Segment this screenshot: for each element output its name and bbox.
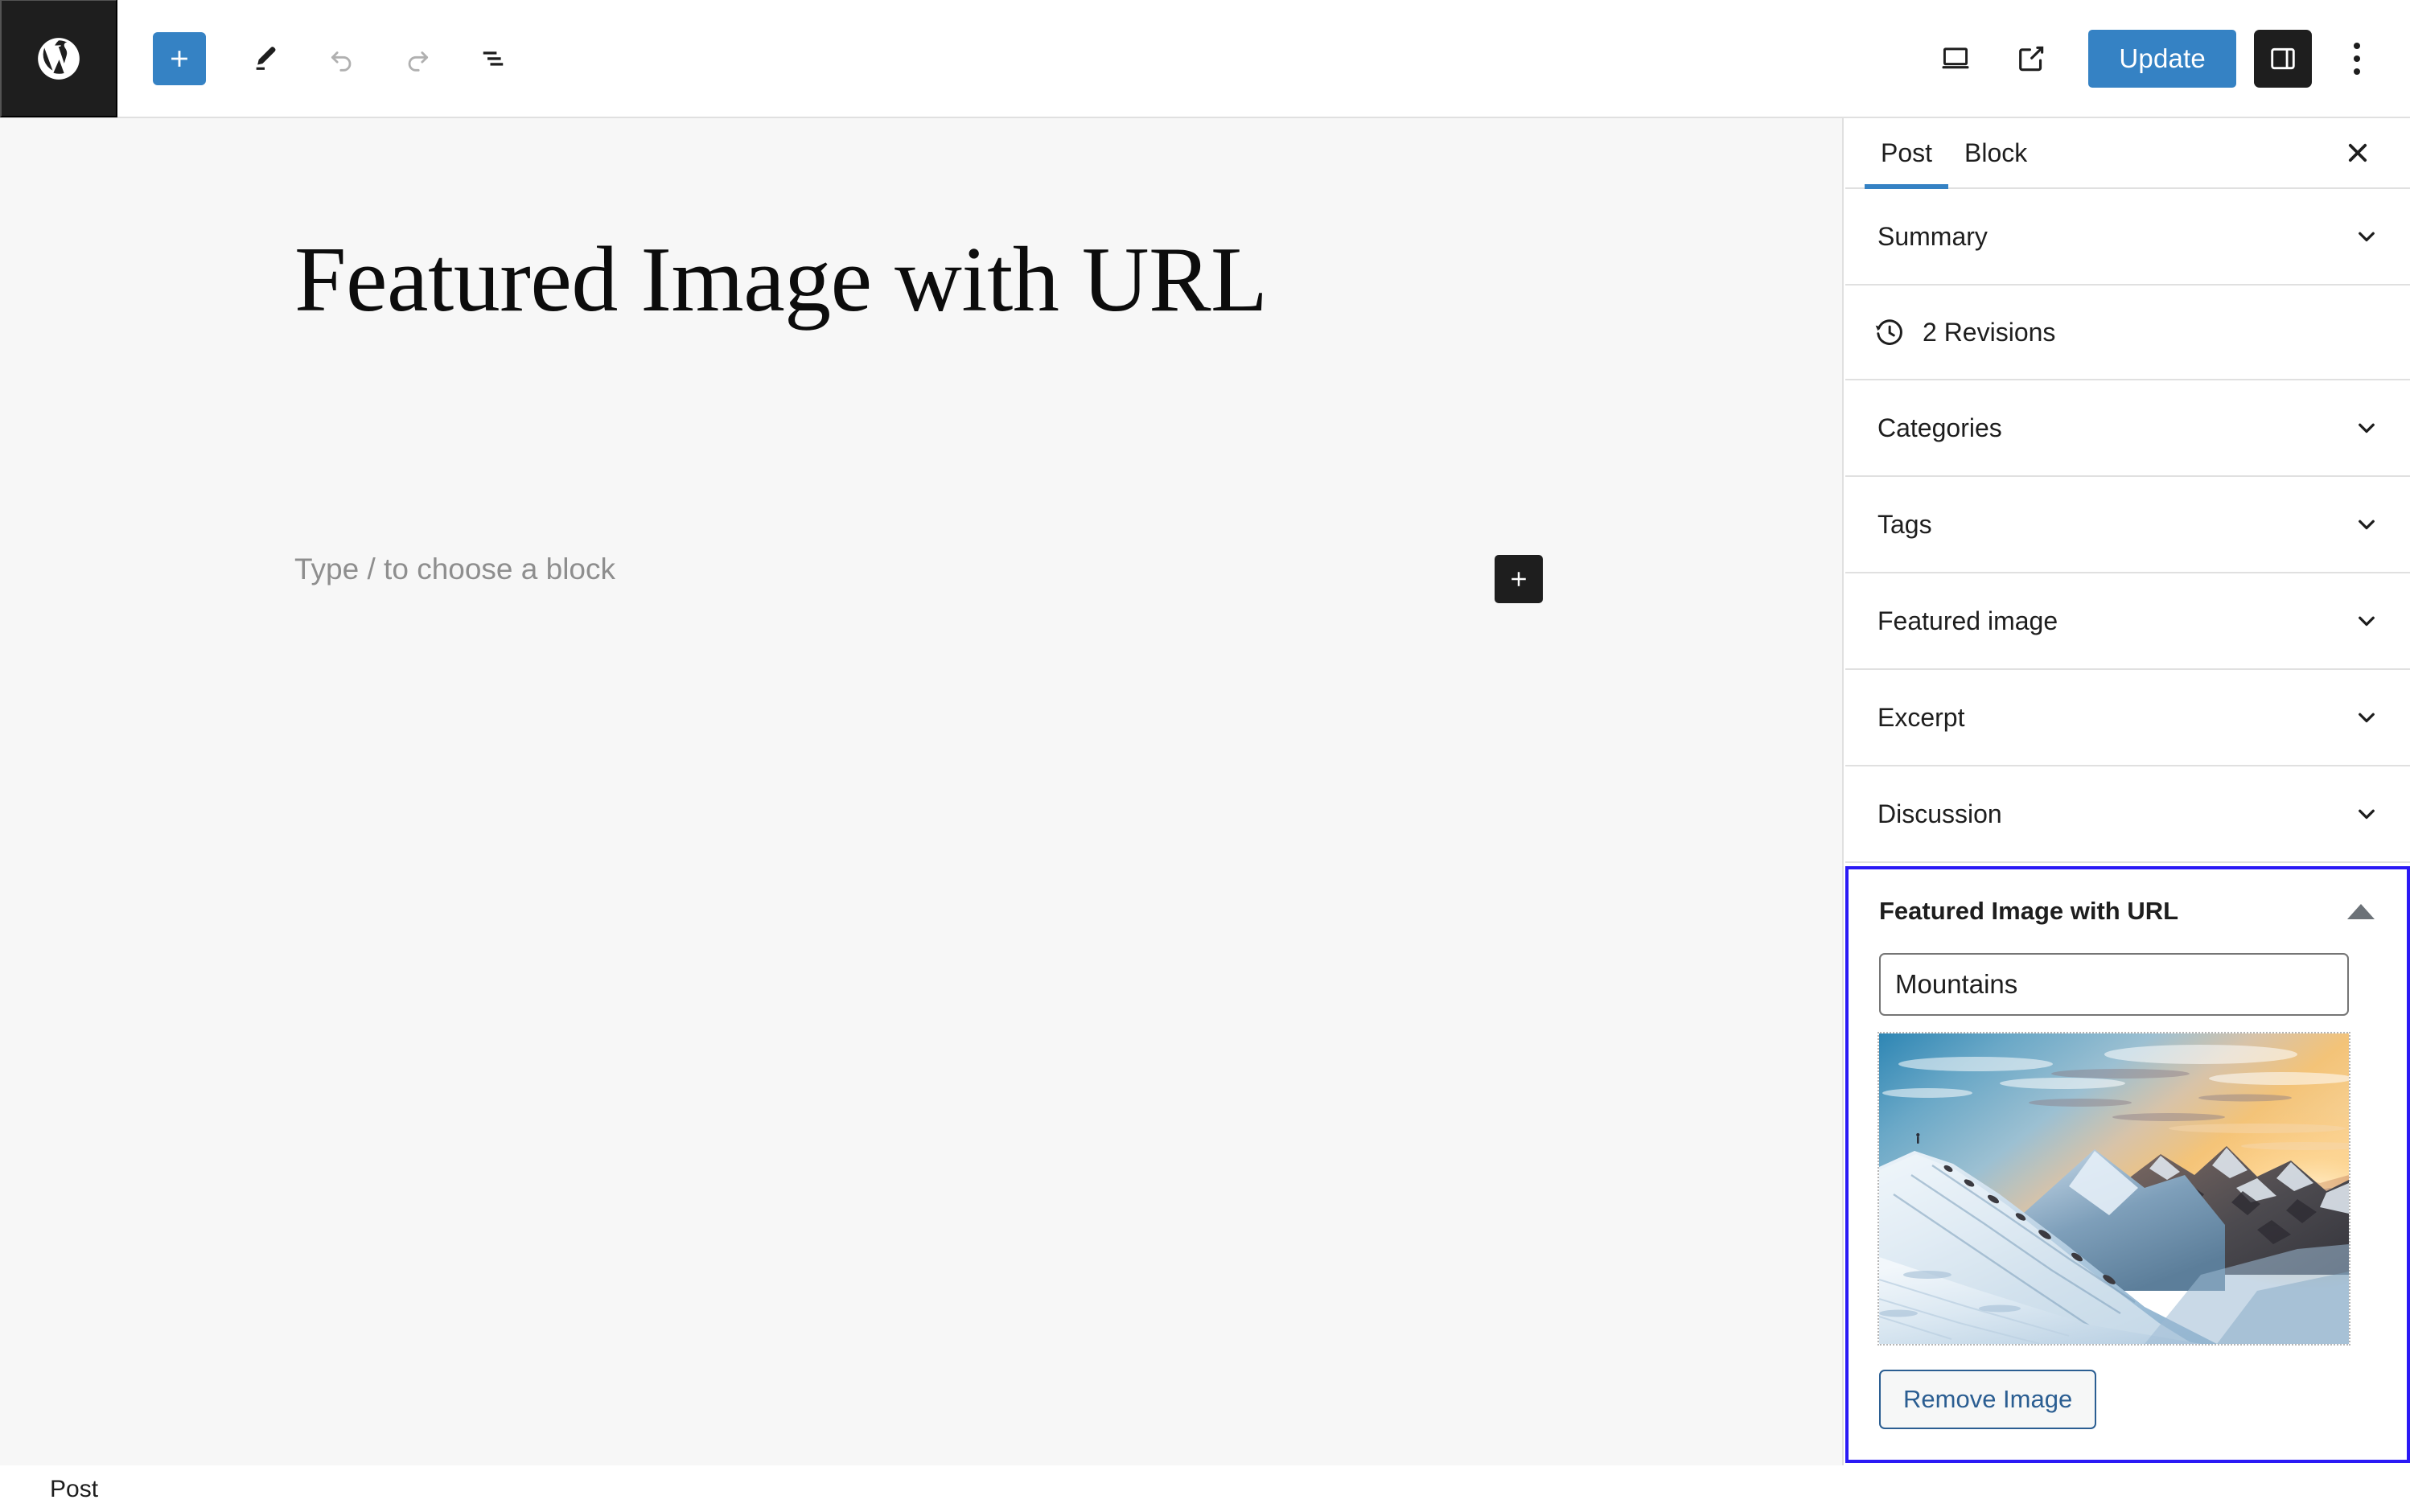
- featured-image-with-url-body: Remove Image: [1849, 953, 2407, 1429]
- revisions-clock-icon: [1873, 315, 1906, 349]
- panel-row-categories[interactable]: Categories: [1845, 380, 2410, 477]
- featured-image-with-url-panel-header[interactable]: Featured Image with URL: [1849, 869, 2407, 953]
- tab-block[interactable]: Block: [1948, 118, 2043, 187]
- settings-sidebar: Post Block Summary 2 Revisions Categorie…: [1845, 118, 2410, 1465]
- revisions-row[interactable]: 2 Revisions: [1845, 286, 2410, 380]
- wordpress-logo-icon[interactable]: [0, 0, 117, 117]
- chevron-down-icon: [2352, 222, 2381, 251]
- editor-canvas[interactable]: Featured Image with URL Type / to choose…: [0, 118, 1844, 1465]
- chevron-down-icon: [2352, 510, 2381, 539]
- panel-row-discussion[interactable]: Discussion: [1845, 766, 2410, 863]
- panel-row-excerpt[interactable]: Excerpt: [1845, 670, 2410, 766]
- wordpress-block-editor: Update Featured Image with URL Type / to…: [0, 0, 2410, 1512]
- panel-row-summary[interactable]: Summary: [1845, 189, 2410, 286]
- tools-pencil-icon[interactable]: [228, 21, 304, 97]
- panel-row-featured-image[interactable]: Featured image: [1845, 573, 2410, 670]
- sidebar-tabs: Post Block: [1845, 118, 2410, 189]
- revisions-label: 2 Revisions: [1923, 317, 2056, 347]
- triangle-up-icon[interactable]: [2347, 903, 2375, 919]
- editor-footer-status-bar: Post: [0, 1467, 2410, 1512]
- tab-post[interactable]: Post: [1865, 118, 1949, 189]
- featured-image-with-url-panel: Featured Image with URL Mountains Remove…: [1845, 866, 2410, 1463]
- kebab-dot: [2354, 55, 2360, 62]
- update-button[interactable]: Update: [2088, 29, 2236, 88]
- settings-sidebar-toggle-icon[interactable]: [2254, 29, 2312, 88]
- panel-label-excerpt: Excerpt: [1877, 702, 1965, 732]
- chevron-down-icon: [2352, 413, 2381, 442]
- panel-label-summary: Summary: [1877, 221, 1988, 251]
- chevron-down-icon: [2352, 799, 2381, 828]
- options-kebab-icon[interactable]: [2328, 30, 2386, 88]
- add-block-button[interactable]: [153, 31, 206, 85]
- panel-row-tags[interactable]: Tags: [1845, 477, 2410, 573]
- block-placeholder-text[interactable]: Type / to choose a block: [294, 553, 615, 586]
- toolbar-left-group: [153, 21, 531, 97]
- post-title[interactable]: Featured Image with URL: [294, 228, 1742, 333]
- kebab-dot: [2354, 42, 2360, 49]
- featured-image-thumbnail[interactable]: [1877, 1032, 2350, 1346]
- panel-label-tags: Tags: [1877, 509, 1932, 539]
- canvas-add-block-button[interactable]: [1495, 555, 1543, 603]
- kebab-dot: [2354, 68, 2360, 75]
- preview-external-link-icon[interactable]: [1993, 21, 2069, 97]
- chevron-down-icon: [2352, 703, 2381, 732]
- undo-button[interactable]: [304, 21, 380, 97]
- remove-image-button[interactable]: Remove Image: [1879, 1370, 2097, 1429]
- view-desktop-icon[interactable]: [1918, 21, 1993, 97]
- chevron-down-icon: [2352, 606, 2381, 635]
- redo-button[interactable]: [380, 21, 455, 97]
- featured-image-with-url-title: Featured Image with URL: [1879, 897, 2179, 925]
- panel-label-discussion: Discussion: [1877, 799, 2002, 828]
- footer-document-label[interactable]: Post: [50, 1476, 98, 1503]
- editor-top-toolbar: Update: [0, 0, 2410, 118]
- toolbar-right-group: Update: [1918, 21, 2386, 97]
- panel-label-featured-image: Featured image: [1877, 606, 2058, 635]
- document-overview-icon[interactable]: [455, 21, 531, 97]
- close-icon[interactable]: [2328, 123, 2387, 183]
- featured-image-url-input[interactable]: [1879, 953, 2349, 1016]
- panel-label-categories: Categories: [1877, 413, 2002, 442]
